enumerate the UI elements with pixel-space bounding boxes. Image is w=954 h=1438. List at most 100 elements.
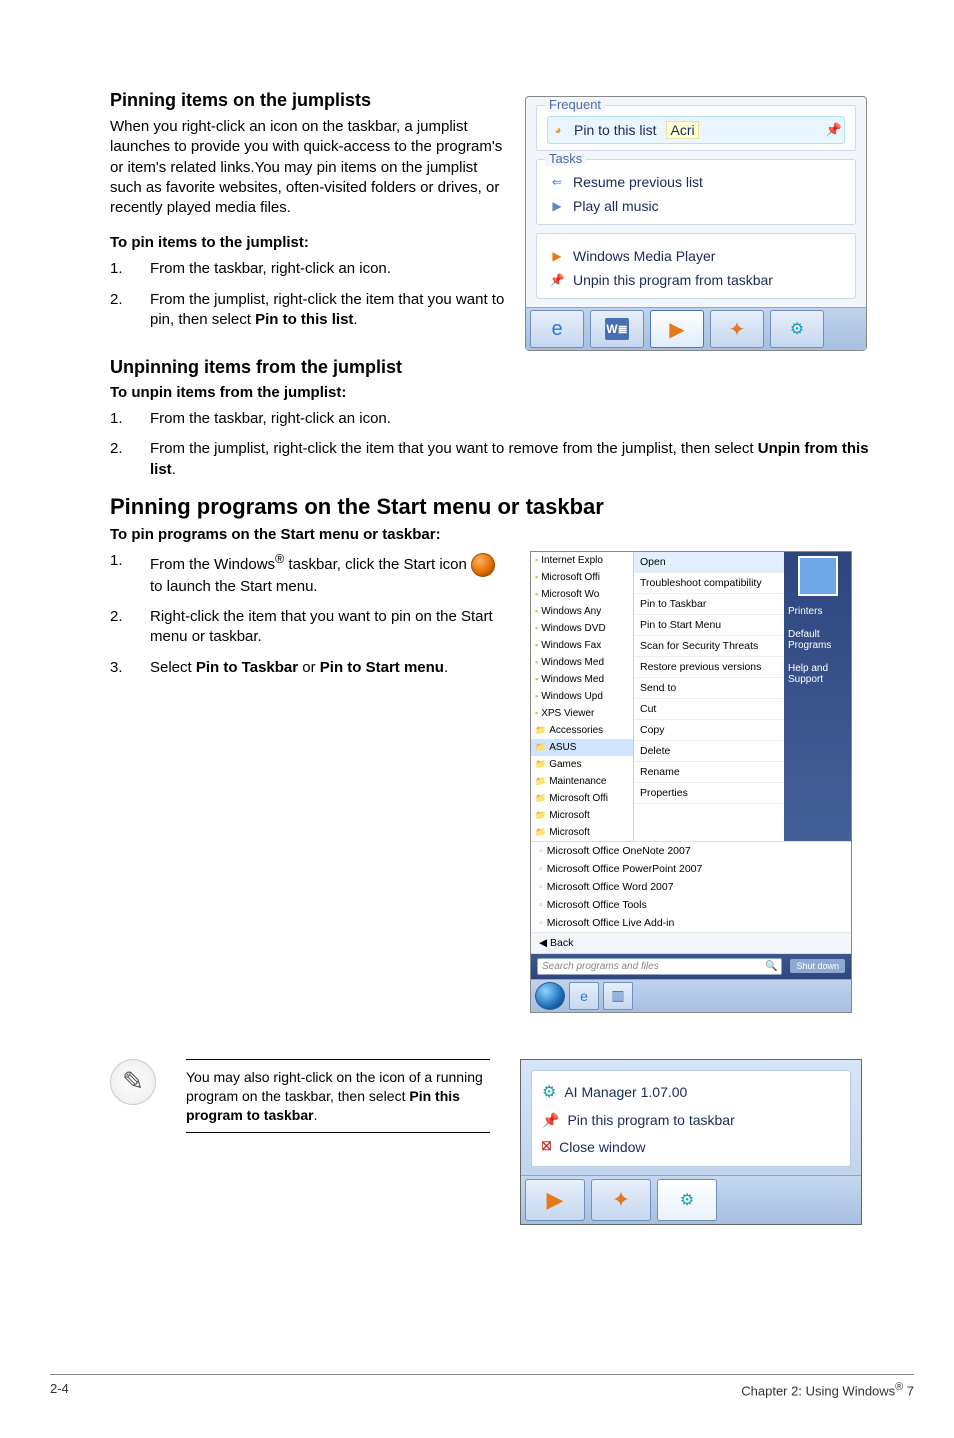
jumplist-item-play-all[interactable]: ▶ Play all music [547,194,845,218]
media-player-icon: ▶ [669,317,684,342]
start-menu-recent-item[interactable]: ▫ Microsoft Office OneNote 2007 [531,842,851,860]
program-icon: ▫ [539,917,543,929]
start-menu-back[interactable]: ◀ Back [531,932,851,953]
context-menu-item[interactable]: Pin to Start Menu [634,615,784,636]
jumplist-item-wmp[interactable]: ▶ Windows Media Player [547,244,845,268]
start-menu-program-label: Internet Explo [541,555,603,566]
step-text-part: Select [150,659,196,676]
ctx-item-pin[interactable]: 📌 Pin this program to taskbar [536,1107,846,1134]
start-orb-button[interactable] [535,982,565,1010]
taskbar-button-ie[interactable]: e [569,982,599,1010]
chapter-text: Chapter 2: Using Windows [741,1383,895,1398]
figure-taskbar-context-menu: ⚙ AI Manager 1.07.00 📌 Pin this program … [520,1059,862,1225]
step-text-part: From the Windows [150,556,275,573]
step-number: 1. [110,259,150,279]
start-menu-program-label: ASUS [549,742,576,753]
taskbar-button-word[interactable]: W≣ [590,310,644,348]
back-label: Back [550,937,573,949]
start-menu-program-item[interactable]: 📁Microsoft [531,807,633,824]
start-menu-program-label: Maintenance [549,776,606,787]
start-menu-program-item[interactable]: 📁Microsoft Offi [531,790,633,807]
step-text-bold: Pin to Start menu [320,659,444,676]
step-number: 2. [110,439,150,480]
gear-icon: ⚙ [790,319,804,339]
ctx-item-title[interactable]: ⚙ AI Manager 1.07.00 [536,1077,846,1107]
shutdown-button[interactable]: Shut down [790,959,845,973]
start-menu-program-item[interactable]: 📁Accessories [531,722,633,739]
start-menu-program-item[interactable]: ▪Windows Fax [531,637,633,654]
unpin-icon: 📌 [549,272,565,288]
context-menu-item[interactable]: Delete [634,741,784,762]
context-menu-item[interactable]: Pin to Taskbar [634,594,784,615]
context-menu-item[interactable]: Open [634,552,784,573]
start-menu-search-input[interactable]: Search programs and files 🔍 [537,958,782,975]
start-menu-program-item[interactable]: ▪Microsoft Wo [531,586,633,603]
jumplist-item-label: Pin to this list [574,122,656,138]
start-menu-right-item[interactable]: Printers [784,600,851,623]
jumplist-group-tasks: Tasks [545,151,586,166]
context-menu-item[interactable]: Scan for Security Threats [634,636,784,657]
start-menu-program-item[interactable]: ▪Windows Med [531,654,633,671]
taskbar-button-wmp[interactable]: ▶ [650,310,704,348]
start-menu-program-item[interactable]: 📁Maintenance [531,773,633,790]
taskbar-button-app1[interactable]: ✦ [591,1179,651,1221]
start-menu-program-item[interactable]: 📁ASUS [531,739,633,756]
taskbar-button-ie[interactable]: e [530,310,584,348]
taskbar-button-wmp[interactable]: ▶ [525,1179,585,1221]
play-icon: ▶ [549,198,565,214]
program-icon: ▪ [535,623,538,633]
start-menu-program-item[interactable]: 📁Games [531,756,633,773]
recent-item-label: Microsoft Office Word 2007 [547,881,674,893]
step-number: 1. [110,409,150,429]
jumplist-item-pin-to-list[interactable]: ◕ Pin to this list Acri 📌 [547,116,845,144]
start-menu-program-item[interactable]: ▪Internet Explo [531,552,633,569]
start-menu-right-item[interactable]: Help and Support [784,657,851,691]
program-icon: ▪ [535,606,538,616]
context-menu-item[interactable]: Copy [634,720,784,741]
step-number: 2. [110,607,150,648]
jumplist-item-unpin-taskbar[interactable]: 📌 Unpin this program from taskbar [547,268,845,292]
taskbar-button-active[interactable]: ⚙ [657,1179,717,1221]
subhead-to-unpin-jumplist: To unpin items from the jumplist: [110,384,880,401]
context-menu-item[interactable]: Restore previous versions [634,657,784,678]
start-menu-recent-item[interactable]: ▫Microsoft Office Live Add-in [531,914,851,932]
context-menu-item[interactable]: Properties [634,783,784,804]
paragraph-pin-jumplists-intro: When you right-click an icon on the task… [110,117,505,218]
context-menu-item[interactable]: Troubleshoot compatibility [634,573,784,594]
start-menu-program-item[interactable]: ▪XPS Viewer [531,705,633,722]
start-menu-program-item[interactable]: ▪Windows Any [531,603,633,620]
start-menu-program-label: Microsoft [549,827,590,838]
start-menu-recent-item[interactable]: ▫Microsoft Office PowerPoint 2007 [531,860,851,878]
step-text: From the taskbar, right-click an icon. [150,409,880,429]
context-menu-item[interactable]: Cut [634,699,784,720]
word-icon: W≣ [605,318,629,340]
taskbar-button-app1[interactable]: ✦ [710,310,764,348]
ctx-item-close[interactable]: ⛝ Close window [536,1134,846,1160]
context-menu-item[interactable]: Send to [634,678,784,699]
start-menu-program-label: Games [549,759,581,770]
program-icon: ▫ [539,845,543,857]
start-menu-program-label: Microsoft Offi [541,572,600,583]
context-menu-item[interactable]: Rename [634,762,784,783]
taskbar-button-explorer[interactable]: ▥ [603,982,633,1010]
pin-icon[interactable]: 📌 [826,122,842,138]
program-icon: ▪ [535,589,538,599]
recent-item-label: Microsoft Office OneNote 2007 [547,845,691,857]
step-text-part: From the jumplist, right-click the item … [150,440,758,457]
start-menu-program-item[interactable]: 📁Microsoft [531,824,633,841]
folder-icon: 📁 [535,776,546,787]
close-icon: ⛝ [542,1139,551,1154]
start-menu-program-item[interactable]: ▪Windows Upd [531,688,633,705]
taskbar-button-app2[interactable]: ⚙ [770,310,824,348]
start-menu-recent-item[interactable]: ▫Microsoft Office Word 2007 [531,878,851,896]
start-menu-right-item[interactable]: Default Programs [784,623,851,657]
step-text-part: or [298,659,320,676]
start-menu-program-label: Windows Upd [541,691,603,702]
ctx-item-label: AI Manager 1.07.00 [564,1084,687,1100]
start-menu-program-item[interactable]: ▪Windows Med [531,671,633,688]
start-menu-program-item[interactable]: ▪Windows DVD [531,620,633,637]
start-menu-program-item[interactable]: ▪Microsoft Offi [531,569,633,586]
start-menu-recent-item[interactable]: ▫Microsoft Office Tools [531,896,851,914]
jumplist-item-resume[interactable]: ⇐ Resume previous list [547,170,845,194]
folder-icon: 📁 [535,759,546,770]
